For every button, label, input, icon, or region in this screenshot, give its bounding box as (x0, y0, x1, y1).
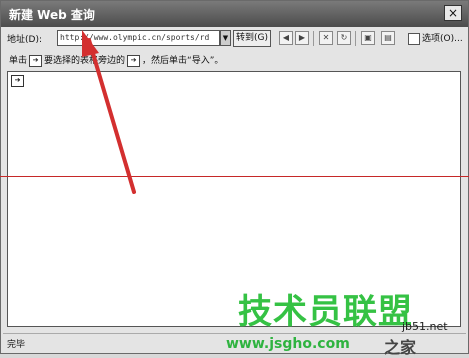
watermark-net: jb51.net (402, 320, 448, 333)
annotation-arrow-head (82, 30, 99, 57)
watermark-home: 之家 (384, 338, 417, 357)
watermark-url: www.jsgho.com (226, 336, 350, 352)
annotation-arrow-shaft (87, 38, 136, 194)
watermark-brand: 技术员联盟 (238, 292, 413, 332)
